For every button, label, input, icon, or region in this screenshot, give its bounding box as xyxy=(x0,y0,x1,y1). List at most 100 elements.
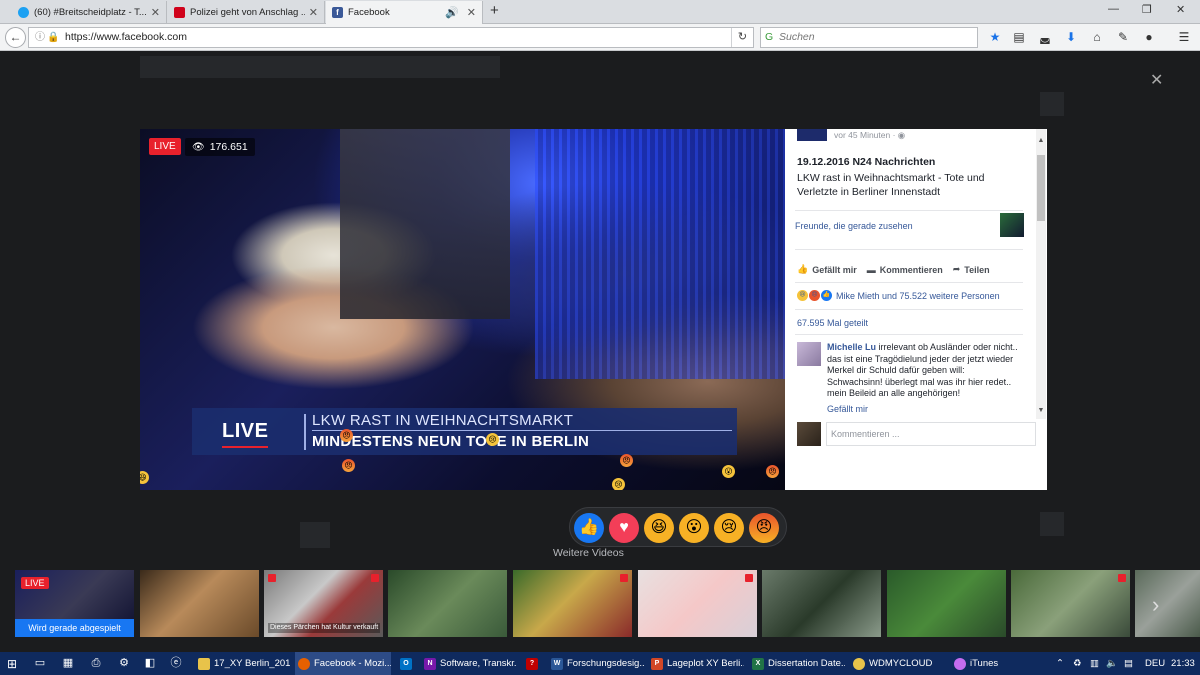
panel-scrollbar[interactable]: ▲ ▼ xyxy=(1036,129,1046,419)
like-reaction-button[interactable]: 👍 xyxy=(574,513,604,543)
search-engine-icon[interactable]: G xyxy=(765,28,773,47)
video-scene xyxy=(340,129,510,319)
new-tab-button[interactable]: + xyxy=(490,2,499,19)
video-thumbnail[interactable] xyxy=(638,570,757,637)
sad-reaction-button[interactable]: 😢 xyxy=(714,513,744,543)
tool-icon[interactable]: ⚙ xyxy=(116,655,132,671)
search-input[interactable]: G Suchen xyxy=(760,27,978,48)
floating-angry-emoji-icon: 😠 xyxy=(340,429,353,442)
menu-icon[interactable]: ☰ xyxy=(1176,29,1192,45)
clock[interactable]: 21:33 xyxy=(1171,652,1195,675)
video-thumbnail[interactable]: LIVE Wird gerade abgespielt xyxy=(15,570,134,637)
taskbar-item-outlook[interactable]: O xyxy=(397,652,419,675)
taskbar-item-onenote[interactable]: N Software, Transkr... xyxy=(421,652,517,675)
reload-icon[interactable]: ↻ xyxy=(731,28,753,47)
tab-polizei[interactable]: Polizei geht von Anschlag ... ✕ xyxy=(168,1,325,24)
floating-angry-emoji-icon: 😠 xyxy=(766,465,779,478)
close-window-icon[interactable]: ✕ xyxy=(1176,3,1185,16)
url-bar[interactable]: ⓘ 🔒 https://www.facebook.com ↻ xyxy=(28,27,754,48)
video-thumbnail[interactable] xyxy=(140,570,259,637)
printer-icon[interactable]: ⎙ xyxy=(88,655,104,671)
post-title: 19.12.2016 N24 Nachrichten xyxy=(797,156,936,168)
comment-author[interactable]: Michelle Lu xyxy=(827,342,876,352)
info-icon[interactable]: ⓘ xyxy=(35,28,45,47)
notifications-icon[interactable]: ▤ xyxy=(1124,652,1133,675)
taskbar-item-wdmycloud[interactable]: WDMYCLOUD xyxy=(850,652,946,675)
comment-like-link[interactable]: Gefällt mir xyxy=(827,404,868,414)
divider xyxy=(795,282,1023,283)
folder-icon xyxy=(198,657,210,670)
close-tab-icon[interactable]: ✕ xyxy=(467,6,476,19)
task-view-icon[interactable]: ▭ xyxy=(32,655,48,671)
wow-reaction-button[interactable]: 😮 xyxy=(679,513,709,543)
maximize-icon[interactable]: ❐ xyxy=(1142,3,1152,16)
video-badge-icon xyxy=(620,574,628,582)
tab-facebook[interactable]: f Facebook 🔊 ✕ xyxy=(326,1,483,24)
taskbar-item-firefox[interactable]: Facebook - Mozi... xyxy=(295,652,391,675)
video-thumbnail[interactable]: Dieses Pärchen hat Kultur verkauft xyxy=(264,570,383,637)
live-radio-icon: ◉ xyxy=(897,130,906,140)
more-videos-label: Weitere Videos xyxy=(553,547,624,559)
video-thumbnail[interactable] xyxy=(1135,570,1200,637)
url-text[interactable]: https://www.facebook.com xyxy=(65,28,187,47)
video-thumbnail[interactable] xyxy=(762,570,881,637)
close-tab-icon[interactable]: ✕ xyxy=(151,6,160,19)
video-thumbnail[interactable] xyxy=(887,570,1006,637)
video-thumbnail[interactable] xyxy=(388,570,507,637)
reading-list-icon[interactable]: ▤ xyxy=(1011,29,1027,45)
friend-avatar[interactable] xyxy=(1000,213,1024,237)
pocket-icon[interactable]: ◛ xyxy=(1037,29,1053,45)
haha-reaction-button[interactable]: 😆 xyxy=(644,513,674,543)
tray-chevron-icon[interactable]: ⌃ xyxy=(1056,652,1064,675)
friends-watching-link[interactable]: Freunde, die gerade zusehen xyxy=(795,220,915,232)
close-overlay-icon[interactable]: ✕ xyxy=(1150,70,1163,90)
comment-input[interactable]: Kommentieren ... xyxy=(826,422,1036,446)
taskbar-item-word[interactable]: W Forschungsdesig... xyxy=(548,652,644,675)
commenter-avatar[interactable] xyxy=(797,342,821,366)
taskbar-item-label: Lageplot XY Berli... xyxy=(667,658,744,669)
taskbar-item-excel[interactable]: X Dissertation Date... xyxy=(749,652,845,675)
tab-twitter[interactable]: (60) #Breitscheidplatz - T... ✕ xyxy=(12,1,167,24)
scrollbar-thumb[interactable] xyxy=(1037,155,1045,221)
news-icon xyxy=(174,7,185,18)
minimize-icon[interactable]: — xyxy=(1108,3,1119,15)
home-icon[interactable]: ⌂ xyxy=(1089,29,1105,45)
internet-explorer-icon[interactable]: ⓔ xyxy=(168,655,184,671)
language-indicator[interactable]: DEU xyxy=(1145,652,1165,675)
scroll-down-icon[interactable]: ▼ xyxy=(1036,407,1046,414)
tray-app-icon[interactable]: ♻ xyxy=(1073,652,1082,675)
video-thumbnail[interactable] xyxy=(1011,570,1130,637)
lower-third-tag: LIVE xyxy=(222,420,269,448)
page-avatar[interactable] xyxy=(797,129,827,141)
taskbar-item-powerpoint[interactable]: P Lageplot XY Berli... xyxy=(648,652,744,675)
extension-icon[interactable]: ● xyxy=(1141,29,1157,45)
back-button[interactable]: ← xyxy=(5,27,26,48)
download-icon[interactable]: ⬇ xyxy=(1063,29,1079,45)
angry-reaction-button[interactable]: 😠 xyxy=(749,513,779,543)
speaker-icon[interactable]: 🔊 xyxy=(445,6,459,19)
reaction-summary[interactable]: 😢 😠 👍 Mike Mieth und 75.522 weitere Pers… xyxy=(797,290,1000,301)
calculator-icon[interactable]: ▦ xyxy=(60,655,76,671)
divider xyxy=(795,309,1023,310)
volume-icon[interactable]: 🔈 xyxy=(1106,652,1118,675)
bookmark-star-icon[interactable]: ★ xyxy=(987,29,1003,45)
love-reaction-button[interactable]: ♥ xyxy=(609,513,639,543)
app-icon[interactable]: ◧ xyxy=(142,655,158,671)
scroll-up-icon[interactable]: ▲ xyxy=(1036,137,1046,144)
close-tab-icon[interactable]: ✕ xyxy=(309,6,318,19)
taskbar-item-itunes[interactable]: iTunes xyxy=(951,652,1047,675)
video-thumbnail[interactable] xyxy=(513,570,632,637)
share-count[interactable]: 67.595 Mal geteilt xyxy=(797,318,868,328)
taskbar-item-explorer[interactable]: 17_XY Berlin_201... xyxy=(195,652,291,675)
reaction-summary-text[interactable]: Mike Mieth und 75.522 weitere Personen xyxy=(836,291,1000,301)
live-video-player[interactable]: LIVE 👁 176.651 LIVE LKW RAST IN WEIHNACH… xyxy=(140,129,785,490)
windows-start-icon[interactable]: ⊞ xyxy=(7,657,17,671)
chevron-right-icon[interactable]: › xyxy=(1152,592,1159,618)
network-icon[interactable]: ▥ xyxy=(1090,652,1099,675)
like-button[interactable]: 👍 Gefällt mir xyxy=(797,264,857,275)
comment-button[interactable]: ▬ Kommentieren xyxy=(867,264,943,275)
addon-icon[interactable]: ✎ xyxy=(1115,29,1131,45)
lock-icon[interactable]: 🔒 xyxy=(47,28,59,47)
taskbar-item-help[interactable]: ? xyxy=(523,652,545,675)
share-button[interactable]: ➦ Teilen xyxy=(953,264,990,275)
